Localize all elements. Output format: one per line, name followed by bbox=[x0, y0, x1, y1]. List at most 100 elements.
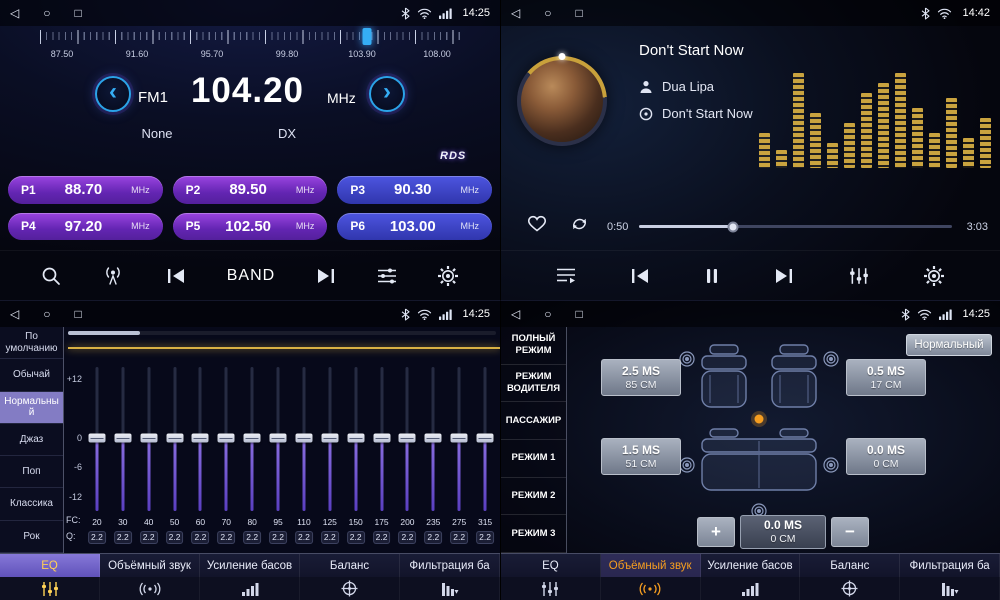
eq-band-slider-knob[interactable] bbox=[270, 434, 287, 443]
nav-home-icon[interactable]: ○ bbox=[544, 7, 551, 19]
eq-band-slider-knob[interactable] bbox=[451, 434, 468, 443]
mixer-button[interactable] bbox=[377, 267, 397, 285]
eq-band-slider-knob[interactable] bbox=[399, 434, 416, 443]
eq-band-slider-knob[interactable] bbox=[114, 434, 131, 443]
nav-home-icon[interactable]: ○ bbox=[43, 7, 50, 19]
nav-home-icon[interactable]: ○ bbox=[43, 308, 50, 320]
next-station-button[interactable] bbox=[316, 268, 336, 284]
bass-boost-icon[interactable] bbox=[200, 577, 300, 600]
nav-recents-icon[interactable]: □ bbox=[575, 7, 582, 19]
preset-button-p2[interactable]: P289.50MHz bbox=[173, 176, 328, 204]
eq-band-slider-knob[interactable] bbox=[321, 434, 338, 443]
tab-bass-boost[interactable]: Усиление басов bbox=[200, 554, 300, 577]
album-art[interactable] bbox=[517, 56, 607, 146]
eq-band-slider-knob[interactable] bbox=[244, 434, 261, 443]
eq-band-q-value: 2.2 bbox=[192, 531, 210, 544]
tab-balance[interactable]: Баланс bbox=[800, 554, 900, 577]
tune-down-button[interactable]: ‹ bbox=[95, 76, 131, 112]
band-button[interactable]: BAND bbox=[227, 267, 275, 285]
preset-button-p3[interactable]: P390.30MHz bbox=[337, 176, 492, 204]
eq-band-slider-knob[interactable] bbox=[166, 434, 183, 443]
delay-front-left[interactable]: 2.5 MS 85 CM bbox=[601, 359, 681, 396]
eq-band-slider-knob[interactable] bbox=[477, 434, 494, 443]
nav-back-icon[interactable]: ◁ bbox=[10, 308, 19, 320]
radio-scan-button[interactable] bbox=[101, 266, 125, 285]
surround-mode-item-0[interactable]: ПОЛНЫЙ РЕЖИМ bbox=[501, 327, 566, 365]
eq-preset-item-5[interactable]: Классика bbox=[0, 488, 63, 520]
favorite-button[interactable] bbox=[527, 215, 547, 237]
next-track-button[interactable] bbox=[774, 268, 794, 284]
eq-band-slider-knob[interactable] bbox=[140, 434, 157, 443]
settings-button[interactable] bbox=[437, 265, 459, 287]
progress-bar[interactable] bbox=[639, 225, 952, 228]
prev-station-button[interactable] bbox=[166, 268, 186, 284]
nav-recents-icon[interactable]: □ bbox=[74, 308, 81, 320]
tab-eq[interactable]: EQ bbox=[501, 554, 601, 577]
tab-balance[interactable]: Баланс bbox=[300, 554, 400, 577]
eq-band-slider-knob[interactable] bbox=[425, 434, 442, 443]
eq-band-slider-knob[interactable] bbox=[88, 434, 105, 443]
delay-rear-left[interactable]: 1.5 MS 51 CM bbox=[601, 438, 681, 475]
tab-filter[interactable]: Фильтрация ба bbox=[400, 554, 500, 577]
surround-mode-item-4[interactable]: РЕЖИМ 2 bbox=[501, 478, 566, 516]
surround-mode-item-1[interactable]: РЕЖИМ ВОДИТЕЛЯ bbox=[501, 365, 566, 403]
eq-sliders-icon[interactable] bbox=[501, 577, 601, 600]
preset-frequency: 97.20 bbox=[65, 218, 103, 235]
nav-home-icon[interactable]: ○ bbox=[544, 308, 551, 320]
filter-icon[interactable] bbox=[900, 577, 1000, 600]
nav-back-icon[interactable]: ◁ bbox=[10, 7, 19, 19]
eq-preset-item-3[interactable]: Джаз bbox=[0, 424, 63, 456]
tab-filter[interactable]: Фильтрация ба bbox=[900, 554, 1000, 577]
balance-icon[interactable] bbox=[800, 577, 900, 600]
nav-back-icon[interactable]: ◁ bbox=[511, 308, 520, 320]
delay-minus-button[interactable]: − bbox=[831, 517, 869, 547]
eq-preset-item-1[interactable]: Обычай bbox=[0, 359, 63, 391]
surround-sound-icon[interactable] bbox=[601, 577, 701, 600]
prev-track-button[interactable] bbox=[630, 268, 650, 284]
equalizer-button[interactable] bbox=[849, 267, 869, 285]
nav-recents-icon[interactable]: □ bbox=[74, 7, 81, 19]
pause-button[interactable] bbox=[705, 268, 719, 284]
tab-surround-sound[interactable]: Объёмный звук bbox=[100, 554, 200, 577]
repeat-button[interactable] bbox=[569, 215, 590, 238]
eq-band-slider-knob[interactable] bbox=[192, 434, 209, 443]
search-button[interactable] bbox=[41, 266, 61, 286]
delay-front-right[interactable]: 0.5 MS 17 CM bbox=[846, 359, 926, 396]
playlist-button[interactable] bbox=[556, 267, 576, 284]
eq-preset-item-4[interactable]: Поп bbox=[0, 456, 63, 488]
eq-preset-item-6[interactable]: Рок bbox=[0, 521, 63, 553]
eq-scrollbar-thumb[interactable] bbox=[68, 331, 140, 335]
progress-knob[interactable] bbox=[727, 221, 738, 232]
eq-band-slider-knob[interactable] bbox=[347, 434, 364, 443]
delay-rear-right[interactable]: 0.0 MS 0 CM bbox=[846, 438, 926, 475]
eq-band-slider-knob[interactable] bbox=[295, 434, 312, 443]
delay-plus-button[interactable]: + bbox=[697, 517, 735, 547]
settings-button[interactable] bbox=[923, 265, 945, 287]
preset-button-p5[interactable]: P5102.50MHz bbox=[173, 213, 328, 241]
preset-button-p6[interactable]: P6103.00MHz bbox=[337, 213, 492, 241]
eq-band-slider-knob[interactable] bbox=[373, 434, 390, 443]
surround-mode-item-5[interactable]: РЕЖИМ 3 bbox=[501, 515, 566, 553]
eq-sliders-icon[interactable] bbox=[0, 577, 100, 600]
surround-sound-icon[interactable] bbox=[100, 577, 200, 600]
filter-icon[interactable] bbox=[400, 577, 500, 600]
tab-bass-boost[interactable]: Усиление басов bbox=[701, 554, 801, 577]
eq-scrollbar[interactable] bbox=[68, 331, 496, 335]
bass-boost-icon[interactable] bbox=[701, 577, 801, 600]
frequency-ruler[interactable]: 87.5091.6095.7099.80103.90108.00 bbox=[0, 28, 500, 66]
preset-button-p4[interactable]: P497.20MHz bbox=[8, 213, 163, 241]
tab-eq[interactable]: EQ bbox=[0, 554, 100, 577]
nav-recents-icon[interactable]: □ bbox=[575, 308, 582, 320]
surround-mode-item-3[interactable]: РЕЖИМ 1 bbox=[501, 440, 566, 478]
preset-button-p1[interactable]: P188.70MHz bbox=[8, 176, 163, 204]
eq-band-slider-knob[interactable] bbox=[218, 434, 235, 443]
eq-preset-item-0[interactable]: По умолчанию bbox=[0, 327, 63, 359]
tuner-marker[interactable] bbox=[363, 28, 372, 45]
tune-up-button[interactable]: › bbox=[369, 76, 405, 112]
tab-surround-sound[interactable]: Объёмный звук bbox=[601, 554, 701, 577]
balance-icon[interactable] bbox=[300, 577, 400, 600]
nav-back-icon[interactable]: ◁ bbox=[511, 7, 520, 19]
surround-preset-button[interactable]: Нормальный bbox=[906, 334, 992, 356]
eq-preset-item-2[interactable]: Нормальный bbox=[0, 392, 63, 424]
surround-mode-item-2[interactable]: ПАССАЖИР bbox=[501, 402, 566, 440]
